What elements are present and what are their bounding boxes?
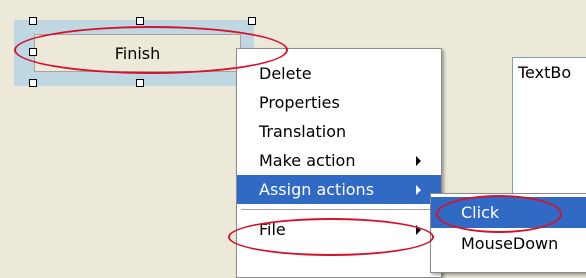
textbox-label: TextBo [518,63,572,82]
submenu-item-label: Click [461,203,500,222]
menu-item-file[interactable]: File [237,215,441,244]
finish-button-label: Finish [114,43,161,63]
menu-item-label: Translation [259,122,347,141]
resize-handle-top-middle[interactable] [136,17,144,25]
submenu-arrow-icon [416,225,421,235]
textbox-control[interactable]: TextBo [512,57,586,197]
menu-item-properties[interactable]: Properties [237,88,441,117]
resize-handle-top-right[interactable] [248,17,256,25]
menu-separator [241,209,437,210]
submenu-item-label: MouseDown [461,234,559,253]
context-menu: Delete Properties Translation Make actio… [236,48,442,278]
menu-item-label: File [259,220,286,239]
resize-handle-bottom-left[interactable] [29,79,37,87]
finish-button[interactable]: Finish [34,34,241,72]
menu-item-assign-actions[interactable]: Assign actions [237,175,441,204]
submenu-arrow-icon [416,156,421,166]
menu-item-label: Properties [259,93,340,112]
menu-item-label: Delete [259,64,312,83]
menu-item-label: Make action [259,151,356,170]
resize-handle-middle-left[interactable] [29,48,37,56]
menu-item-delete[interactable]: Delete [237,59,441,88]
submenu-item-mousedown[interactable]: MouseDown [431,228,586,259]
menu-item-label: Assign actions [259,180,375,199]
resize-handle-top-left[interactable] [29,17,37,25]
resize-handle-bottom-middle[interactable] [136,79,144,87]
menu-item-translation[interactable]: Translation [237,117,441,146]
menu-item-make-action[interactable]: Make action [237,146,441,175]
submenu: Click MouseDown [430,193,586,273]
submenu-arrow-icon [416,185,421,195]
submenu-item-click[interactable]: Click [431,197,586,228]
